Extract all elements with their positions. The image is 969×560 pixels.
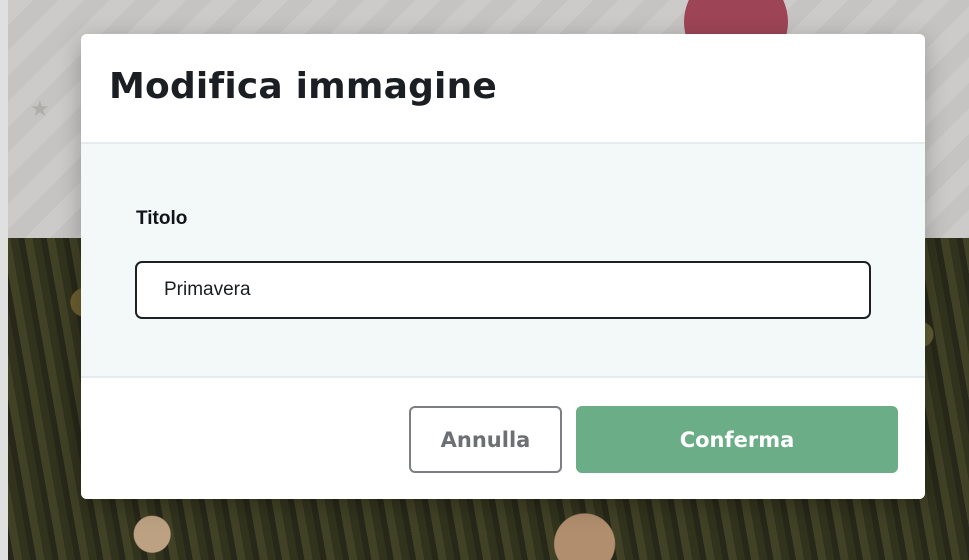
dialog-title: Modifica immagine: [109, 66, 498, 107]
confirm-button[interactable]: Conferma: [576, 406, 898, 473]
dialog-body: Titolo: [81, 144, 925, 376]
title-field-label: Titolo: [136, 208, 188, 229]
title-input[interactable]: [135, 261, 871, 319]
dialog-header: Modifica immagine: [81, 34, 925, 144]
cancel-button[interactable]: Annulla: [409, 406, 562, 473]
dialog-footer: Annulla Conferma: [81, 376, 925, 499]
edit-image-dialog: Modifica immagine Titolo Annulla Conferm…: [81, 34, 925, 499]
screen: ★ Modifica immagine Titolo Annulla Confe…: [0, 0, 969, 560]
